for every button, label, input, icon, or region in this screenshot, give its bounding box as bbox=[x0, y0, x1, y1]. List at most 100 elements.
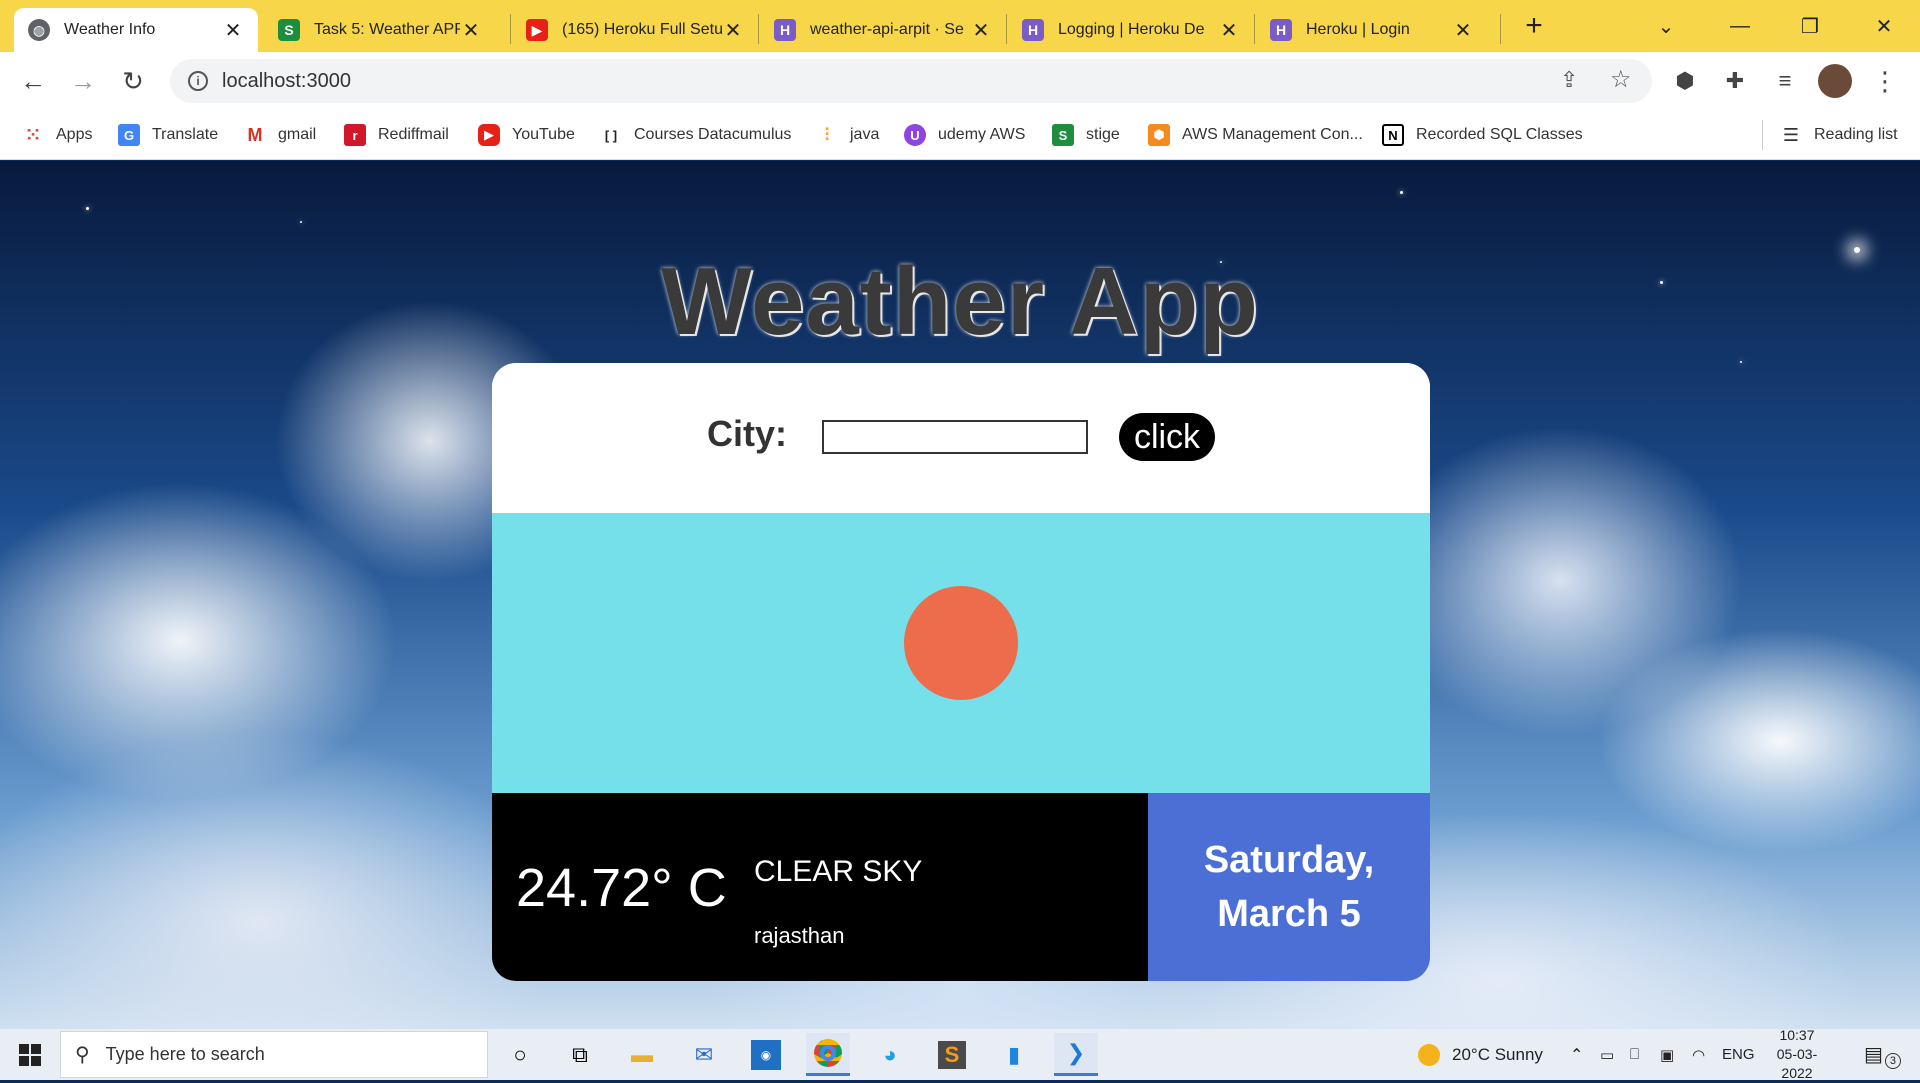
clock-date: 05-03-2022 bbox=[1776, 1046, 1818, 1081]
chart-icon: ⫶ bbox=[824, 124, 830, 145]
bookmark-translate[interactable]: G Translate bbox=[118, 122, 218, 148]
tab-title: Heroku | Login bbox=[1306, 21, 1410, 38]
dell-icon[interactable]: ◉ bbox=[744, 1033, 788, 1076]
bookmark-sql-classes[interactable]: N Recorded SQL Classes bbox=[1382, 122, 1583, 148]
bookmark-java[interactable]: ⫶ java bbox=[816, 122, 880, 148]
bookmark-label: Translate bbox=[152, 126, 219, 143]
s-icon: S bbox=[278, 19, 300, 41]
close-tab-icon[interactable]: ✕ bbox=[1218, 18, 1240, 43]
bookmark-label: gmail bbox=[278, 126, 317, 143]
bookmark-aws[interactable]: ⬢ AWS Management Con... bbox=[1148, 122, 1363, 148]
new-tab-icon[interactable]: + bbox=[1508, 6, 1560, 46]
youtube-icon: ▶ bbox=[526, 19, 548, 41]
search-panel: City: click bbox=[492, 363, 1430, 513]
bookmark-rediffmail[interactable]: r Rediffmail bbox=[344, 122, 449, 148]
tab-title: Task 5: Weather APP ( bbox=[314, 21, 460, 38]
menu-kebab-icon[interactable]: ⋮ bbox=[1866, 62, 1904, 100]
close-tab-icon[interactable]: ✕ bbox=[222, 18, 244, 43]
avatar[interactable] bbox=[1816, 62, 1854, 100]
cortana-icon[interactable]: ○ bbox=[498, 1033, 542, 1076]
bookmark-label: Recorded SQL Classes bbox=[1416, 126, 1583, 143]
close-tab-icon[interactable]: ✕ bbox=[460, 18, 482, 43]
clock[interactable]: 10:37 05-03-2022 bbox=[1762, 1027, 1832, 1081]
reload-icon[interactable]: ↻ bbox=[114, 62, 152, 100]
weather-condition: CLEAR SKY bbox=[754, 855, 923, 888]
windows-start-icon[interactable] bbox=[0, 1029, 60, 1080]
forward-arrow-icon[interactable]: → bbox=[64, 62, 102, 100]
file-explorer-icon[interactable]: ▬ bbox=[620, 1033, 664, 1076]
notepad-icon[interactable]: ▮ bbox=[992, 1033, 1036, 1076]
edge-icon[interactable]: ◕ bbox=[868, 1033, 912, 1076]
apps-grid-icon: ⁙ bbox=[25, 124, 41, 145]
site-info-icon[interactable]: i bbox=[188, 71, 208, 91]
notification-icon[interactable]: ▤ 3 bbox=[1864, 1029, 1901, 1080]
sun-weather-icon bbox=[1418, 1043, 1440, 1066]
tab-separator bbox=[1500, 14, 1501, 44]
bookmark-star-icon[interactable]: ☆ bbox=[1610, 65, 1632, 94]
mail-icon[interactable]: ✉ bbox=[682, 1033, 726, 1076]
close-window-icon[interactable]: ✕ bbox=[1858, 6, 1910, 46]
aws-icon: ⬢ bbox=[1148, 124, 1170, 146]
tab-heroku-setup[interactable]: ▶ (165) Heroku Full Setu ✕ bbox=[512, 8, 758, 52]
date-month-day: March 5 bbox=[1217, 893, 1361, 935]
tab-title: weather-api-arpit · Se bbox=[810, 21, 964, 38]
battery-icon[interactable]: ▭ bbox=[1600, 1029, 1614, 1080]
tab-task5[interactable]: S Task 5: Weather APP ( ✕ bbox=[264, 8, 496, 52]
tab-search-chevron-icon[interactable]: ⌄ bbox=[1640, 6, 1692, 46]
close-tab-icon[interactable]: ✕ bbox=[970, 18, 992, 43]
bookmark-youtube[interactable]: ▶ YouTube bbox=[478, 122, 575, 148]
extension-shield-icon[interactable]: ⬢ bbox=[1666, 62, 1704, 100]
close-tab-icon[interactable]: ✕ bbox=[1452, 18, 1474, 43]
sublime-icon[interactable]: S bbox=[930, 1033, 974, 1076]
close-tab-icon[interactable]: ✕ bbox=[722, 18, 744, 43]
tab-title: Logging | Heroku De bbox=[1058, 21, 1205, 38]
bookmark-gmail[interactable]: M gmail bbox=[244, 122, 317, 148]
tab-weather-api[interactable]: H weather-api-arpit · Se ✕ bbox=[760, 8, 1006, 52]
reading-list-label: Reading list bbox=[1814, 126, 1898, 143]
bookmark-apps[interactable]: ⁙ Apps bbox=[22, 122, 92, 148]
minimize-icon[interactable]: — bbox=[1714, 6, 1766, 46]
clock-time: 10:37 bbox=[1779, 1027, 1815, 1043]
tab-title: (165) Heroku Full Setu bbox=[562, 21, 722, 38]
weather-card: City: click 24.72° C CLEAR SKY rajasthan… bbox=[492, 363, 1430, 981]
date-text: Saturday, March 5 bbox=[1169, 833, 1409, 941]
bookmark-label: AWS Management Con... bbox=[1182, 126, 1363, 143]
tab-separator bbox=[758, 14, 759, 44]
extensions-puzzle-icon[interactable]: ✚ bbox=[1716, 62, 1754, 100]
heroku-icon: H bbox=[1270, 19, 1292, 41]
tab-logging-heroku[interactable]: H Logging | Heroku De ✕ bbox=[1008, 8, 1254, 52]
tab-weather-info[interactable]: ◍ Weather Info ✕ bbox=[14, 8, 258, 52]
back-arrow-icon[interactable]: ← bbox=[14, 62, 52, 100]
display-icon[interactable]: ▣ bbox=[1660, 1029, 1674, 1080]
device-icon[interactable]: ⎕ bbox=[1630, 1029, 1639, 1080]
rediff-icon: r bbox=[344, 124, 366, 146]
bookmark-courses[interactable]: [ ] Courses Datacumulus bbox=[600, 122, 792, 148]
notification-count: 3 bbox=[1884, 1052, 1901, 1069]
taskbar-search[interactable]: ⚲ Type here to search bbox=[60, 1031, 488, 1078]
page-title: Weather App bbox=[661, 248, 1259, 355]
vscode-icon[interactable]: ❯ bbox=[1054, 1033, 1098, 1076]
weather-widget[interactable]: 20°C Sunny bbox=[1418, 1029, 1543, 1080]
wifi-icon[interactable]: ◠ bbox=[1692, 1029, 1705, 1080]
temperature: 24.72° C bbox=[516, 858, 727, 918]
bookmark-divider bbox=[1762, 120, 1763, 150]
tab-separator bbox=[1006, 14, 1007, 44]
chrome-icon[interactable] bbox=[806, 1033, 850, 1076]
s-icon: S bbox=[1052, 124, 1074, 146]
taskbar: ⚲ Type here to search ○ ⧉ ▬ ✉ ◉ ◕ S ▮ ❯ … bbox=[0, 1027, 1920, 1081]
address-bar[interactable]: i localhost:3000 ⇪ ☆ bbox=[170, 59, 1652, 103]
city-input[interactable] bbox=[822, 420, 1088, 454]
tab-heroku-login[interactable]: H Heroku | Login ✕ bbox=[1256, 8, 1488, 52]
bookmark-udemy[interactable]: U udemy AWS bbox=[904, 122, 1025, 148]
click-button[interactable]: click bbox=[1119, 413, 1215, 461]
star bbox=[86, 207, 89, 210]
tray-chevron-icon[interactable]: ⌃ bbox=[1570, 1029, 1583, 1080]
task-view-icon[interactable]: ⧉ bbox=[558, 1033, 602, 1076]
restore-icon[interactable]: ❐ bbox=[1784, 6, 1836, 46]
media-queue-icon[interactable]: ≡ bbox=[1766, 62, 1804, 100]
language-indicator[interactable]: ENG bbox=[1722, 1029, 1755, 1080]
bookmark-stige[interactable]: S stige bbox=[1052, 122, 1120, 148]
star bbox=[300, 221, 302, 223]
share-icon[interactable]: ⇪ bbox=[1560, 67, 1578, 93]
reading-list[interactable]: ☰ Reading list bbox=[1780, 122, 1898, 148]
